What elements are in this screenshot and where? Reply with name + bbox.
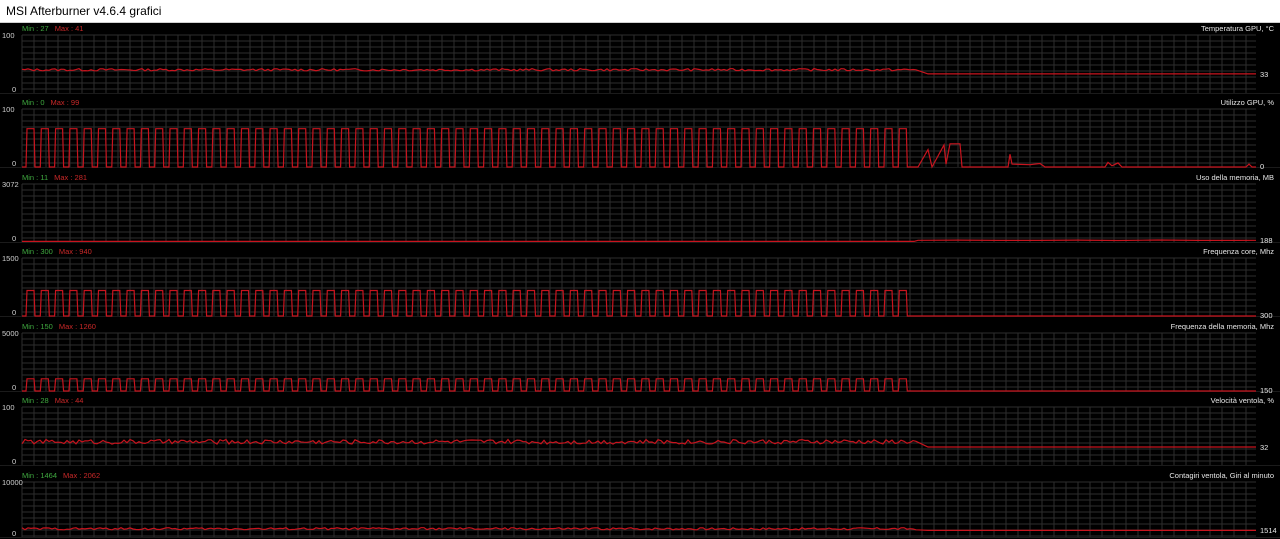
min-value: Min : 0: [22, 98, 45, 107]
axis-max-label: 100: [2, 403, 15, 412]
graph-area: 100 0 Min : 27 Max : 41 Temperatura GPU, °C 3…: [0, 23, 1280, 539]
max-value: Max : 41: [54, 24, 84, 33]
current-value: 1514: [1260, 526, 1277, 536]
grid: [21, 257, 1256, 316]
current-value: 188: [1260, 236, 1273, 246]
graph-title: Utilizzo GPU, %: [1220, 98, 1274, 107]
min-value: Min : 1464: [22, 471, 58, 480]
grid: [21, 406, 1256, 465]
min-value: Min : 27: [22, 24, 49, 33]
min-value: Min : 28: [22, 396, 49, 405]
min-value: Min : 300: [22, 247, 53, 256]
min-value: Min : 150: [22, 322, 53, 331]
axis-min-label: 0: [12, 85, 17, 94]
graph-canvas: [0, 332, 1280, 392]
current-value: 32: [1260, 443, 1269, 453]
axis-min-label: 0: [12, 457, 17, 466]
graph-title: Temperatura GPU, °C: [1200, 24, 1274, 33]
current-value: 150: [1260, 386, 1273, 395]
grid: [21, 108, 1256, 167]
window-title: MSI Afterburner v4.6.4 grafici: [6, 4, 162, 18]
graph-trace: [22, 239, 1257, 243]
graph-trace: [22, 128, 1256, 169]
graph-panel[interactable]: 1500 0 Min : 300 Max : 940 Frequenza core, M…: [0, 246, 1280, 320]
grid-lines: [21, 257, 1256, 316]
graph-canvas: [0, 257, 1280, 317]
min-max-label: Min : 0 Max : 99: [22, 98, 79, 107]
axis-max-label: 3072: [2, 180, 19, 189]
graph-panel[interactable]: 10000 0 Min : 1464 Max : 2062 Contagiri vent…: [0, 470, 1280, 539]
axis-max-label: 100: [2, 105, 15, 114]
axis-min-label: 0: [12, 529, 17, 538]
grid-lines: [21, 406, 1256, 465]
axis-max-label: 10000: [2, 478, 23, 487]
max-value: Max : 2062: [63, 471, 101, 480]
grid-lines: [21, 34, 1256, 93]
graph-panel[interactable]: 100 0 Min : 27 Max : 41 Temperatura GPU, °C 3…: [0, 23, 1280, 97]
grid: [21, 34, 1256, 93]
graph-canvas: [0, 108, 1280, 169]
grid-lines: [21, 108, 1256, 167]
graph-canvas: [0, 183, 1280, 243]
min-max-label: Min : 28 Max : 44: [22, 396, 83, 405]
graph-panel[interactable]: 100 0 Min : 28 Max : 44 Velocità ventola, % 3…: [0, 395, 1280, 469]
axis-min-label: 0: [12, 234, 17, 243]
title-bar[interactable]: MSI Afterburner v4.6.4 grafici: [0, 0, 1280, 23]
min-max-label: Min : 27 Max : 41: [22, 24, 83, 33]
graph-panel[interactable]: 100 0 Min : 0 Max : 99 Utilizzo GPU, % 0: [0, 97, 1280, 171]
graph-title: Uso della memoria, MB: [1196, 173, 1274, 182]
grid-lines: [21, 183, 1256, 242]
min-max-label: Min : 150 Max : 1260: [22, 322, 96, 331]
axis-max-label: 1500: [2, 254, 19, 263]
graph-title: Frequenza core, Mhz: [1203, 247, 1274, 256]
grid: [21, 332, 1256, 391]
current-value: 33: [1260, 69, 1269, 79]
min-max-label: Min : 1464 Max : 2062: [22, 471, 100, 480]
current-value: 300: [1260, 311, 1273, 320]
current-value: 0: [1260, 162, 1265, 171]
max-value: Max : 1260: [58, 322, 96, 331]
max-value: Max : 99: [50, 98, 80, 107]
max-value: Max : 940: [58, 247, 92, 256]
axis-min-label: 0: [12, 383, 17, 392]
graph-title: Velocità ventola, %: [1210, 396, 1274, 405]
axis-min-label: 0: [12, 308, 17, 317]
graph-panel[interactable]: 3072 0 Min : 11 Max : 281 Uso della memoria,…: [0, 172, 1280, 246]
grid-lines: [21, 332, 1256, 391]
graph-title: Contagiri ventola, Giri al minuto: [1169, 471, 1274, 480]
graph-title: Frequenza della memoria, Mhz: [1170, 322, 1274, 331]
min-max-label: Min : 300 Max : 940: [22, 247, 92, 256]
max-value: Max : 44: [54, 396, 84, 405]
max-value: Max : 281: [54, 173, 88, 182]
grid: [21, 183, 1256, 242]
min-value: Min : 11: [22, 173, 49, 182]
graph-canvas: [0, 406, 1280, 466]
min-max-label: Min : 11 Max : 281: [22, 173, 87, 182]
axis-min-label: 0: [12, 159, 17, 168]
graph-panel[interactable]: 5000 0 Min : 150 Max : 1260 Frequenza della …: [0, 321, 1280, 395]
graph-canvas: [0, 34, 1280, 94]
graph-canvas: [0, 481, 1280, 538]
axis-max-label: 5000: [2, 329, 19, 338]
axis-max-label: 100: [2, 31, 15, 40]
